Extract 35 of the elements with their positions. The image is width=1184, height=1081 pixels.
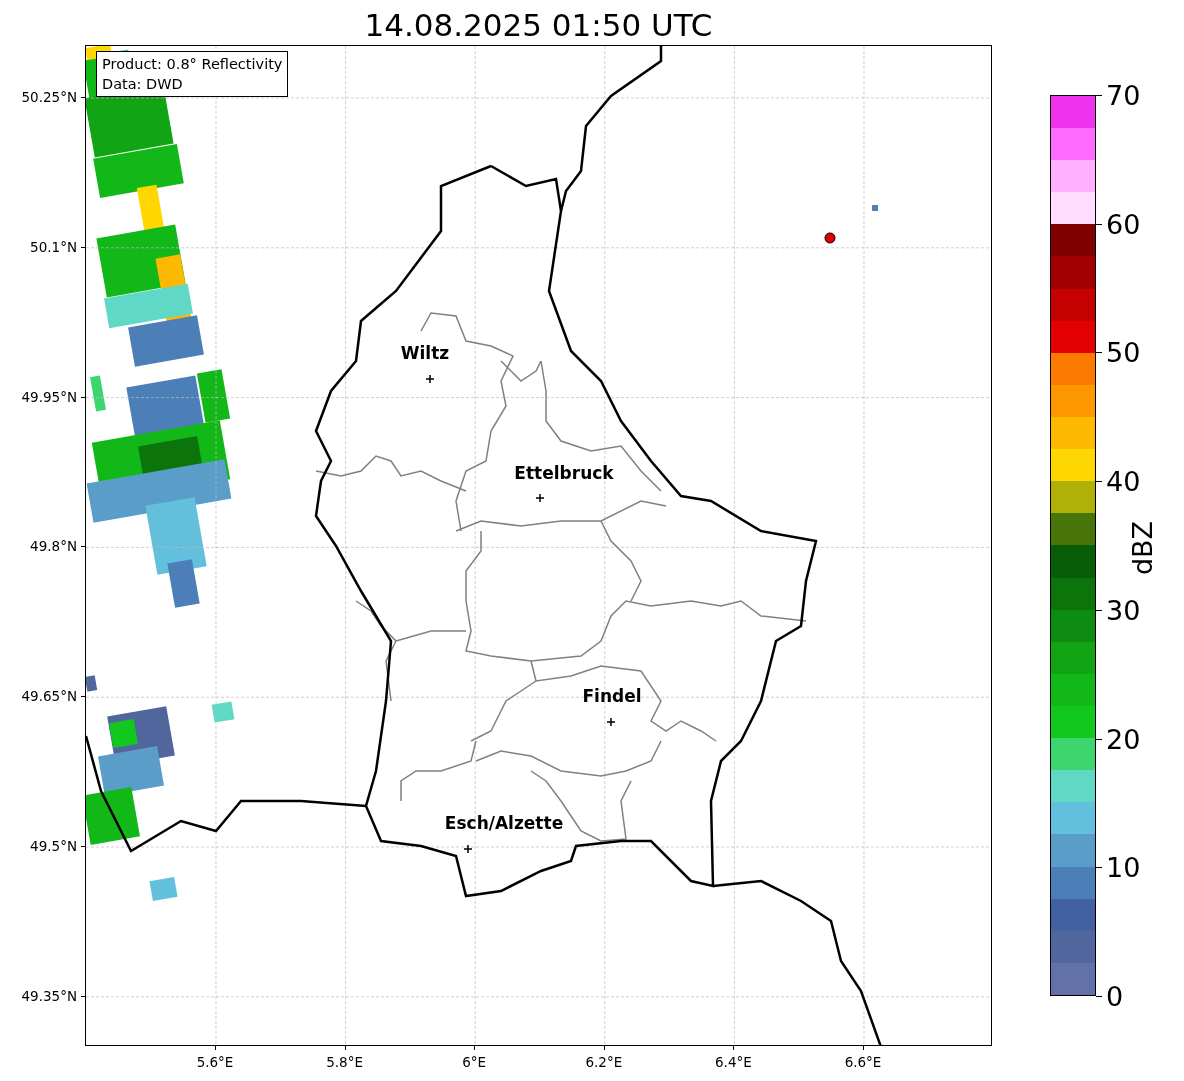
colorbar-tick-label: 70 (1106, 79, 1141, 111)
location-marker-icon (824, 232, 836, 244)
radar-echo-icon (872, 205, 878, 211)
info-text: Product: 0.8° Reflectivity (102, 55, 283, 74)
axis-tick-label: 5.8°E (326, 1054, 363, 1070)
axis-tick-label: 6.2°E (585, 1054, 623, 1070)
colorbar-tick-label: 10 (1106, 851, 1141, 883)
colorbar-label: dBZ (1126, 520, 1158, 576)
city-label: Findel (582, 686, 642, 706)
info-text: Data: DWD (102, 75, 184, 94)
city-marker-icon (425, 374, 435, 384)
axis-tick-label: 6°E (462, 1054, 487, 1070)
axis-tick-label: 49.95°N (21, 388, 77, 405)
axis-tick-label: 6.4°E (715, 1054, 752, 1070)
city-label: Wiltz (400, 343, 450, 363)
axis-tick-label: 6.6°E (844, 1054, 882, 1070)
city-marker-icon (606, 717, 616, 727)
city-marker-icon (535, 493, 545, 503)
chart-title: 14.08.2025 01:50 UTC (364, 6, 713, 45)
colorbar-tick-label: 30 (1106, 594, 1141, 626)
axis-tick-label: 49.35°N (21, 987, 77, 1004)
colorbar-tick-label: 20 (1106, 723, 1141, 755)
axis-tick-label: 5.6°E (196, 1054, 234, 1070)
axis-tick-label: 49.5°N (30, 838, 77, 854)
colorbar-tick-label: 40 (1106, 465, 1141, 497)
axis-tick-label: 49.65°N (21, 688, 77, 705)
axis-tick-label: 50.1°N (30, 238, 77, 255)
colorbar-tick-label: 60 (1106, 208, 1141, 240)
axis-tick-label: 49.8°N (30, 538, 77, 555)
city-label: Ettelbruck (514, 463, 614, 483)
city-label: Esch/Alzette (444, 813, 564, 833)
colorbar-tick-label: 0 (1106, 980, 1124, 1012)
city-marker-icon (463, 844, 473, 854)
colorbar-tick-label: 50 (1106, 336, 1141, 368)
axis-tick-label: 50.25°N (21, 89, 77, 105)
